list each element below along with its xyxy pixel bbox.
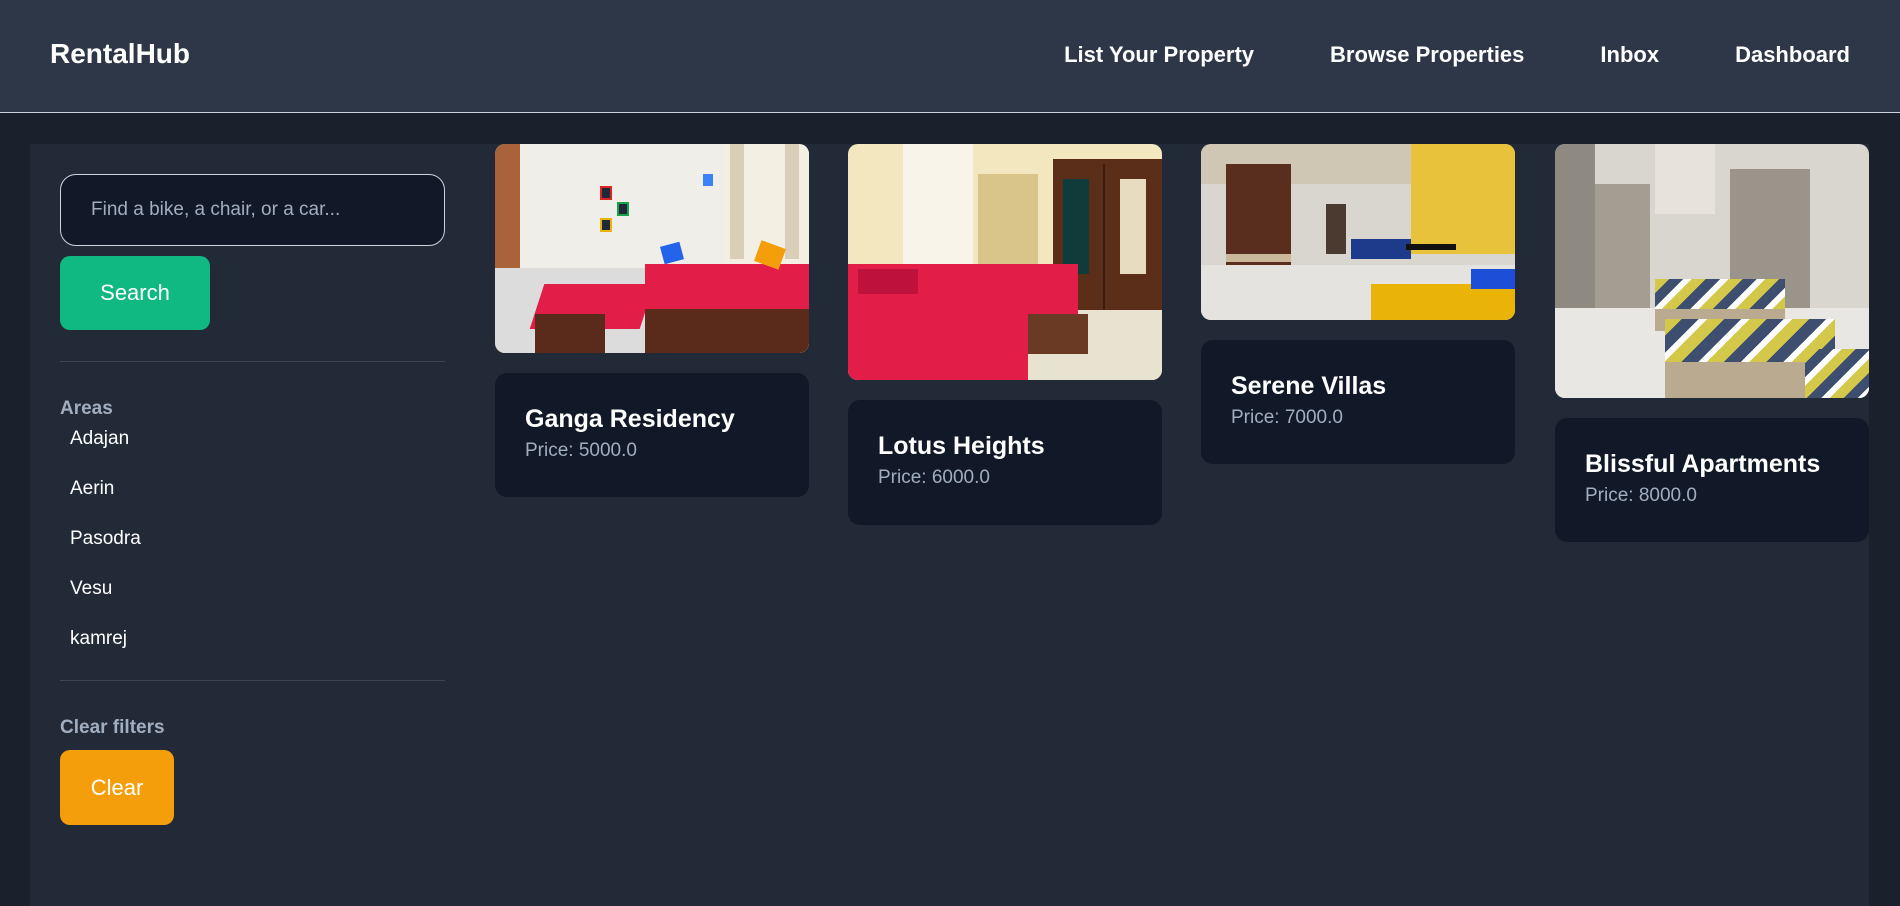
price-value: 8000.0: [1638, 485, 1697, 506]
price-label: Price:: [1585, 485, 1639, 506]
listing-title[interactable]: Ganga Residency: [525, 405, 779, 434]
price-label: Price:: [878, 467, 932, 488]
listing-info: Ganga Residency Price: 5000.0: [495, 373, 809, 497]
nav-list-your-property[interactable]: List Your Property: [1064, 42, 1254, 68]
price-label: Price:: [1231, 407, 1285, 428]
area-list: Adajan Aerin Pasodra Vesu kamrej: [60, 428, 445, 678]
divider: [60, 361, 445, 362]
nav-browse-properties[interactable]: Browse Properties: [1330, 42, 1524, 68]
nav-dashboard[interactable]: Dashboard: [1735, 42, 1850, 68]
listing-title[interactable]: Serene Villas: [1231, 372, 1485, 401]
area-item-aerin[interactable]: Aerin: [60, 478, 445, 528]
listing-info: Serene Villas Price: 7000.0: [1201, 340, 1515, 464]
area-item-kamrej[interactable]: kamrej: [60, 628, 445, 678]
area-item-adajan[interactable]: Adajan: [60, 428, 445, 478]
listing-info: Blissful Apartments Price: 8000.0: [1555, 418, 1869, 542]
price-value: 7000.0: [1284, 407, 1343, 428]
search-input[interactable]: [60, 174, 445, 246]
listing-card[interactable]: Lotus Heights Price: 6000.0: [848, 144, 1162, 525]
areas-heading: Areas: [60, 398, 113, 419]
listing-price: Price: 6000.0: [878, 467, 1132, 489]
listing-card[interactable]: Serene Villas Price: 7000.0: [1201, 144, 1515, 464]
navbar: RentalHub List Your Property Browse Prop…: [0, 0, 1900, 113]
area-item-pasodra[interactable]: Pasodra: [60, 528, 445, 578]
divider: [60, 680, 445, 681]
area-item-vesu[interactable]: Vesu: [60, 578, 445, 628]
clear-filters-heading: Clear filters: [60, 717, 165, 738]
listing-title[interactable]: Blissful Apartments: [1585, 450, 1839, 479]
price-value: 5000.0: [578, 440, 637, 461]
nav-links: List Your Property Browse Properties Inb…: [1064, 42, 1850, 68]
search-button[interactable]: Search: [60, 256, 210, 330]
listing-image[interactable]: [1555, 144, 1869, 398]
price-value: 6000.0: [931, 467, 990, 488]
nav-inbox[interactable]: Inbox: [1600, 42, 1659, 68]
brand-logo[interactable]: RentalHub: [50, 38, 190, 70]
filter-sidebar: Search Areas Adajan Aerin Pasodra Vesu k…: [60, 174, 445, 825]
listing-info: Lotus Heights Price: 6000.0: [848, 400, 1162, 525]
listing-image[interactable]: [848, 144, 1162, 380]
listing-price: Price: 7000.0: [1231, 407, 1485, 429]
listing-card[interactable]: Ganga Residency Price: 5000.0: [495, 144, 809, 497]
main-content: Search Areas Adajan Aerin Pasodra Vesu k…: [30, 144, 1869, 906]
listing-price: Price: 5000.0: [525, 440, 779, 462]
listing-image[interactable]: [495, 144, 809, 353]
listing-title[interactable]: Lotus Heights: [878, 432, 1132, 461]
listing-card[interactable]: Blissful Apartments Price: 8000.0: [1555, 144, 1869, 542]
price-label: Price:: [525, 440, 579, 461]
clear-button[interactable]: Clear: [60, 750, 174, 825]
listing-price: Price: 8000.0: [1585, 485, 1839, 507]
listing-image[interactable]: [1201, 144, 1515, 320]
